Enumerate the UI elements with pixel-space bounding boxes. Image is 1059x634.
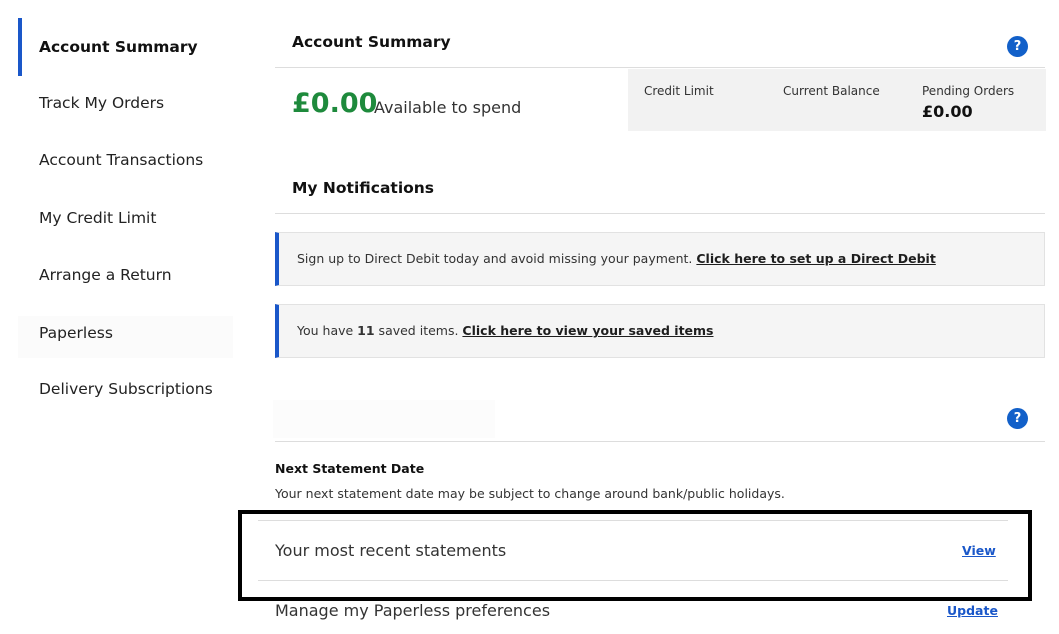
direct-debit-notification: Sign up to Direct Debit today and avoid … [275, 232, 1045, 286]
notifications-title: My Notifications [292, 179, 435, 197]
direct-debit-text: Sign up to Direct Debit today and avoid … [297, 251, 697, 266]
sidebar-item-account-transactions[interactable]: Account Transactions [39, 151, 203, 169]
divider [275, 213, 1045, 214]
available-amount: £0.00 [292, 88, 378, 119]
saved-items-prefix: You have [297, 323, 358, 338]
available-label: Available to spend [374, 98, 522, 117]
active-nav-indicator [18, 18, 22, 76]
sidebar-item-account-summary[interactable]: Account Summary [39, 38, 198, 56]
sidebar-item-my-credit-limit[interactable]: My Credit Limit [39, 209, 156, 227]
account-summary-title: Account Summary [292, 33, 451, 51]
pending-orders-value: £0.00 [922, 102, 973, 121]
current-balance-label: Current Balance [783, 84, 880, 98]
pending-orders-label: Pending Orders [922, 84, 1015, 98]
credit-limit-label: Credit Limit [644, 84, 714, 98]
sidebar-item-paperless[interactable]: Paperless [39, 324, 113, 342]
account-page: Account Summary Track My Orders Account … [0, 0, 1059, 634]
sidebar-item-delivery-subscriptions[interactable]: Delivery Subscriptions [39, 380, 213, 398]
next-statement-date-text: Your next statement date may be subject … [275, 486, 785, 501]
account-stats-panel: Credit Limit Current Balance Pending Ord… [628, 69, 1046, 131]
sidebar-nav: Account Summary Track My Orders Account … [0, 0, 260, 440]
saved-items-link[interactable]: Click here to view your saved items [462, 323, 713, 338]
saved-items-suffix: saved items. [374, 323, 463, 338]
paperless-preferences-label: Manage my Paperless preferences [275, 601, 551, 620]
next-statement-date-title: Next Statement Date [275, 461, 425, 476]
help-icon[interactable]: ? [1007, 408, 1028, 429]
divider [275, 441, 1045, 442]
saved-items-notification: You have 11 saved items. Click here to v… [275, 304, 1045, 358]
statements-tab-area [273, 400, 495, 438]
saved-items-count: 11 [357, 323, 375, 338]
sidebar-item-arrange-a-return[interactable]: Arrange a Return [39, 266, 172, 284]
divider [275, 67, 1045, 68]
help-icon[interactable]: ? [1007, 36, 1028, 57]
sidebar-item-track-my-orders[interactable]: Track My Orders [39, 94, 164, 112]
highlight-box [238, 510, 1032, 601]
update-paperless-link[interactable]: Update [947, 603, 998, 618]
direct-debit-link[interactable]: Click here to set up a Direct Debit [696, 251, 935, 266]
